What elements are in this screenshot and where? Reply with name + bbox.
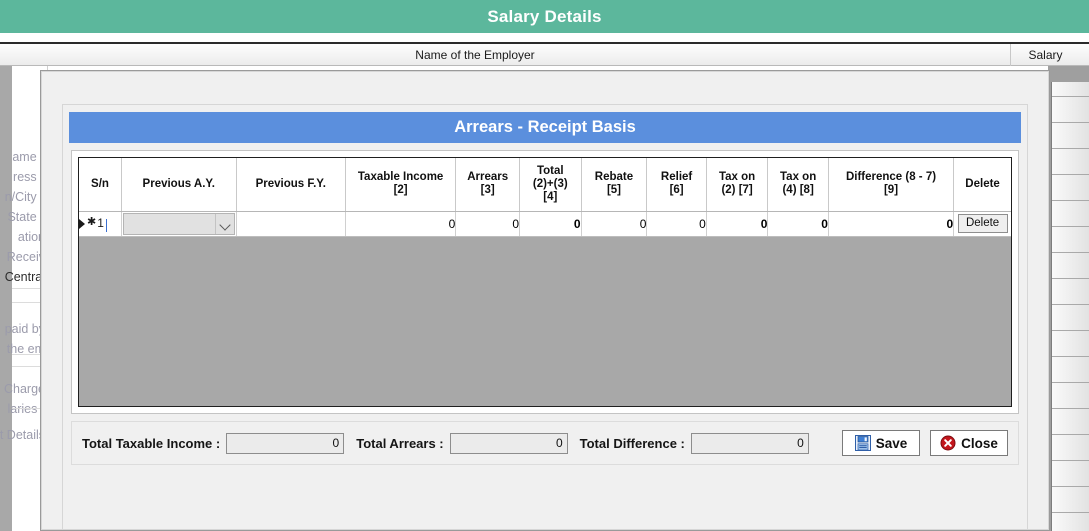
background-left-rail — [0, 66, 12, 531]
background-table-row-line — [1052, 226, 1089, 227]
background-table-row-line — [1052, 304, 1089, 305]
arrears-dialog-inner: Arrears - Receipt Basis S/n Previous A.Y… — [62, 104, 1028, 530]
background-label: t Details — [0, 428, 45, 442]
col-header-arrears[interactable]: Arrears [3] — [455, 158, 520, 212]
grid-frame: S/n Previous A.Y. Previous F.Y. Taxable … — [71, 150, 1019, 414]
total-taxable-income-label: Total Taxable Income : — [82, 435, 221, 451]
dialog-footer: Total Taxable Income : 0 Total Arrears :… — [71, 421, 1019, 465]
background-table-row-line — [1052, 356, 1089, 357]
column-header-salary: Salary — [1010, 44, 1080, 66]
background-label: Central — [4, 270, 45, 284]
row-selector-cell[interactable]: ✱ 1 — [79, 211, 122, 237]
col-header-previous-fy[interactable]: Previous F.Y. — [236, 158, 346, 212]
dialog-title: Arrears - Receipt Basis — [69, 112, 1021, 143]
total-arrears-label: Total Arrears : — [356, 435, 444, 451]
page-title-gap — [0, 33, 1089, 42]
col-header-total[interactable]: Total (2)+(3) [4] — [519, 158, 582, 212]
previous-ay-select[interactable] — [122, 212, 235, 235]
background-table-row-line — [1052, 122, 1089, 123]
background-table-row-line — [1052, 486, 1089, 487]
col-header-previous-ay[interactable]: Previous A.Y. — [121, 158, 237, 212]
column-header-employer: Name of the Employer — [415, 48, 535, 62]
background-table-row-line — [1052, 408, 1089, 409]
col-header-relief[interactable]: Relief [6] — [646, 158, 707, 212]
previous-fy-input[interactable] — [237, 212, 344, 235]
close-button-label: Close — [961, 435, 998, 451]
page-title: Salary Details — [0, 0, 1089, 33]
chevron-down-icon[interactable] — [214, 213, 234, 234]
background-table-row-line — [1052, 382, 1089, 383]
cell-relief[interactable]: 0 — [646, 211, 707, 237]
background-table-row-line — [1052, 330, 1089, 331]
row-selector-arrow-icon — [79, 219, 85, 229]
col-header-sn[interactable]: S/n — [79, 158, 122, 212]
background-table-header: Name of the Employer Salary — [0, 44, 1089, 66]
background-table-row-line — [1052, 252, 1089, 253]
col-header-tax-on-4[interactable]: Tax on (4) [8] — [767, 158, 829, 212]
background-label: paid by — [4, 322, 45, 336]
background-table-row-line — [1052, 278, 1089, 279]
cell-previous-ay[interactable] — [121, 211, 237, 237]
table-header-row: S/n Previous A.Y. Previous F.Y. Taxable … — [79, 158, 1011, 212]
arrears-dialog: Arrears - Receipt Basis S/n Previous A.Y… — [40, 70, 1050, 531]
delete-row-button[interactable]: Delete — [957, 214, 1008, 233]
col-header-difference[interactable]: Difference (8 - 7) [9] — [828, 158, 955, 212]
cell-tax-on-2: 0 — [706, 211, 769, 237]
background-table-row-line — [1052, 148, 1089, 149]
col-header-delete[interactable]: Delete — [953, 158, 1011, 212]
cell-previous-fy[interactable] — [236, 211, 346, 237]
save-button-label: Save — [875, 435, 908, 451]
save-button[interactable]: Save — [842, 430, 920, 456]
col-header-tax-on-2[interactable]: Tax on (2) [7] — [706, 158, 769, 212]
cell-tax-on-4: 0 — [767, 211, 829, 237]
total-difference-label: Total Difference : — [579, 435, 685, 451]
cell-taxable-income[interactable]: 0 — [345, 211, 457, 237]
cell-rebate[interactable]: 0 — [581, 211, 648, 237]
background-table-row-line — [1052, 200, 1089, 201]
arrears-table: S/n Previous A.Y. Previous F.Y. Taxable … — [79, 158, 1011, 237]
screen: Salary Details Name of the Employer Sala… — [0, 0, 1089, 531]
arrears-grid[interactable]: S/n Previous A.Y. Previous F.Y. Taxable … — [78, 157, 1012, 407]
col-header-taxable-income[interactable]: Taxable Income [2] — [345, 158, 457, 212]
cell-total: 0 — [519, 211, 582, 237]
background-table-row-line — [1052, 434, 1089, 435]
background-table-row-line — [1052, 512, 1089, 513]
cell-arrears[interactable]: 0 — [455, 211, 520, 237]
close-button[interactable]: Close — [930, 430, 1008, 456]
background-table-row-line — [1052, 460, 1089, 461]
dialog-bottom-strip — [63, 517, 1027, 529]
background-label: n/City * — [4, 190, 45, 204]
close-circle-icon — [940, 435, 956, 451]
background-table-row-line — [1052, 174, 1089, 175]
table-row[interactable]: ✱ 1 0 0 0 0 0 0 0 0 Delete — [79, 211, 1011, 237]
total-arrears-field: 0 — [449, 432, 568, 454]
total-taxable-income-field: 0 — [226, 432, 345, 454]
new-row-asterisk-icon: ✱ — [87, 216, 97, 228]
cell-delete[interactable]: Delete — [953, 211, 1011, 237]
background-table-row-line — [1052, 96, 1089, 97]
row-number: 1 — [97, 216, 104, 230]
total-difference-field: 0 — [690, 432, 809, 454]
floppy-disk-icon — [854, 435, 871, 451]
cell-difference: 0 — [828, 211, 955, 237]
background-label: Charge — [4, 382, 45, 396]
col-header-rebate[interactable]: Rebate [5] — [581, 158, 648, 212]
background-right-table — [1051, 82, 1089, 531]
text-caret — [105, 218, 107, 232]
